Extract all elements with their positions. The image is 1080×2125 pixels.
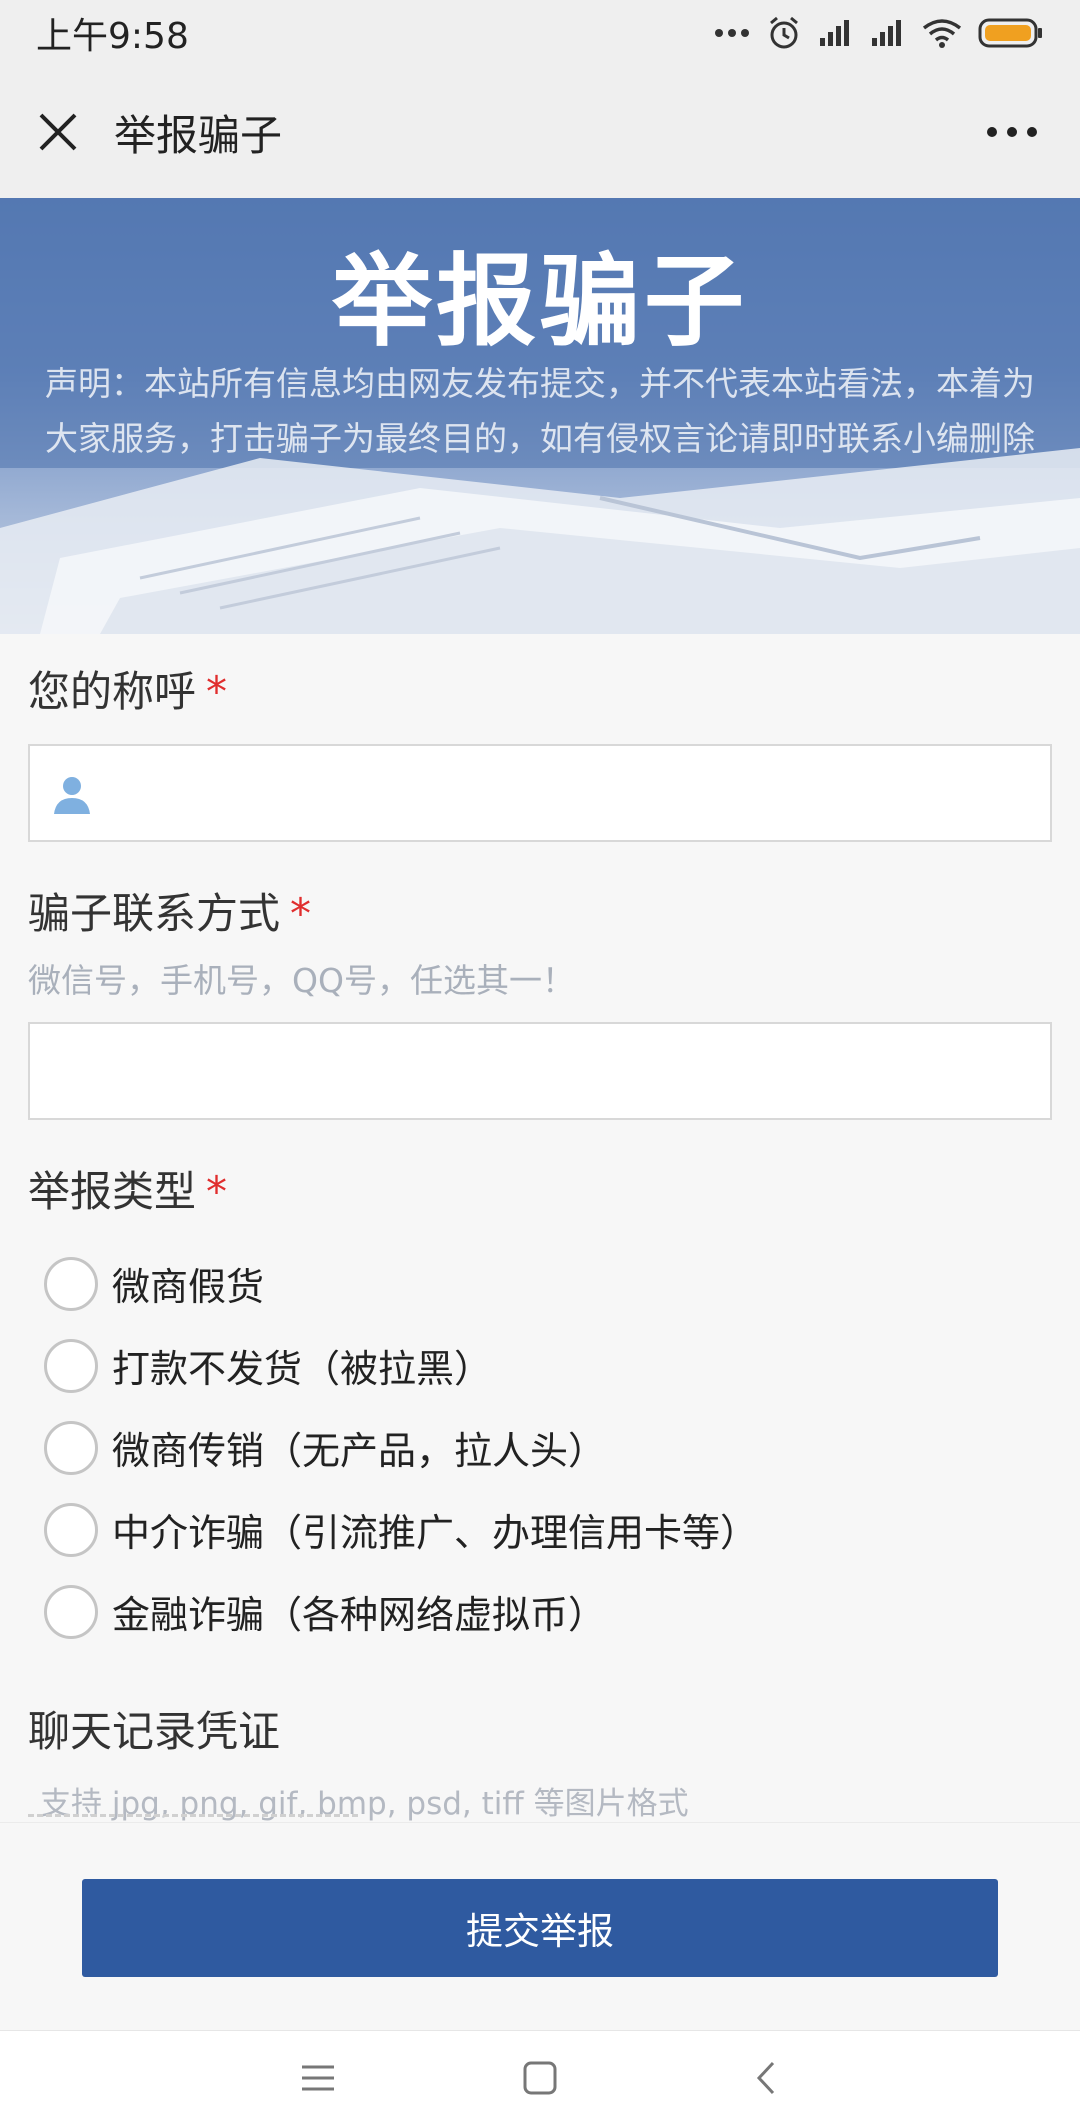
- radio-option-agency-fraud[interactable]: 中介诈骗（引流推广、办理信用卡等）: [44, 1502, 758, 1557]
- page: 上午9:58 举报骗子 举报骗子 声明：本站所有信息均由网友发布提交，并不代表本…: [0, 0, 1080, 2125]
- menu-icon: [302, 2065, 334, 2091]
- type-label-text: 举报类型: [28, 1167, 197, 1216]
- radio-circle[interactable]: [44, 1502, 98, 1557]
- user-icon: [54, 777, 90, 814]
- status-time: 上午9:58: [36, 16, 189, 57]
- wifi-icon: [922, 19, 962, 48]
- required-mark: *: [206, 1167, 228, 1216]
- banner-title: 举报骗子: [332, 243, 748, 360]
- required-mark: *: [206, 667, 228, 716]
- name-field-label: 您的称呼 *: [28, 658, 227, 719]
- more-dots-icon: [715, 29, 749, 37]
- banner: 举报骗子 声明：本站所有信息均由网友发布提交，并不代表本站看法，本着为大家服务，…: [0, 198, 1080, 634]
- radio-option-finance-fraud[interactable]: 金融诈骗（各种网络虚拟币）: [44, 1584, 606, 1639]
- close-icon: [39, 113, 77, 151]
- contact-input[interactable]: [28, 1022, 1052, 1120]
- back-icon: [756, 2061, 775, 2095]
- system-nav-bar: [0, 2030, 1080, 2125]
- radio-label: 中介诈骗（引流推广、办理信用卡等）: [112, 1511, 759, 1555]
- more-icon: [987, 127, 1037, 137]
- contact-label-text: 骗子联系方式: [28, 889, 281, 938]
- status-bar: 上午9:58: [0, 0, 1080, 66]
- banner-notice: 声明：本站所有信息均由网友发布提交，并不代表本站看法，本着为大家服务，打击骗子为…: [45, 364, 1035, 458]
- upload-area-edge[interactable]: [28, 1814, 358, 1818]
- more-button[interactable]: [980, 106, 1044, 158]
- close-button[interactable]: [30, 104, 86, 160]
- name-label-text: 您的称呼: [28, 667, 197, 716]
- submit-area: 提交举报: [0, 1822, 1080, 2030]
- radio-circle[interactable]: [44, 1584, 98, 1639]
- radio-label: 打款不发货（被拉黑）: [112, 1347, 493, 1391]
- battery-icon: [978, 18, 1042, 48]
- radio-circle[interactable]: [44, 1420, 98, 1475]
- home-icon: [523, 2061, 557, 2095]
- evidence-field-label: 聊天记录凭证: [28, 1698, 280, 1759]
- signal-icon: [820, 20, 849, 46]
- nav-bar: 举报骗子: [0, 66, 1080, 198]
- required-mark: *: [290, 889, 312, 938]
- nav-title: 举报骗子: [114, 110, 283, 160]
- radio-label: 微商假货: [112, 1265, 265, 1309]
- type-field-label: 举报类型 *: [28, 1158, 227, 1219]
- evidence-label-text: 聊天记录凭证: [28, 1707, 281, 1756]
- name-input[interactable]: [28, 744, 1052, 842]
- contact-field-label: 骗子联系方式 *: [28, 880, 311, 941]
- menu-button[interactable]: [288, 2053, 348, 2103]
- status-icons: [714, 15, 1044, 51]
- signal-icon: [872, 20, 901, 46]
- radio-circle[interactable]: [44, 1338, 98, 1393]
- contact-hint: 微信号，手机号，QQ号，任选其一！: [28, 961, 575, 1000]
- submit-report-button[interactable]: 提交举报: [82, 1879, 998, 1977]
- radio-option-fake-goods[interactable]: 微商假货: [44, 1256, 264, 1311]
- home-button[interactable]: [510, 2053, 570, 2103]
- radio-option-no-delivery[interactable]: 打款不发货（被拉黑）: [44, 1338, 492, 1393]
- radio-label: 微商传销（无产品，拉人头）: [112, 1429, 607, 1473]
- alarm-icon: [770, 16, 798, 49]
- radio-label: 金融诈骗（各种网络虚拟币）: [112, 1593, 607, 1637]
- radio-option-pyramid[interactable]: 微商传销（无产品，拉人头）: [44, 1420, 606, 1475]
- radio-circle[interactable]: [44, 1256, 98, 1311]
- back-button[interactable]: [736, 2053, 796, 2103]
